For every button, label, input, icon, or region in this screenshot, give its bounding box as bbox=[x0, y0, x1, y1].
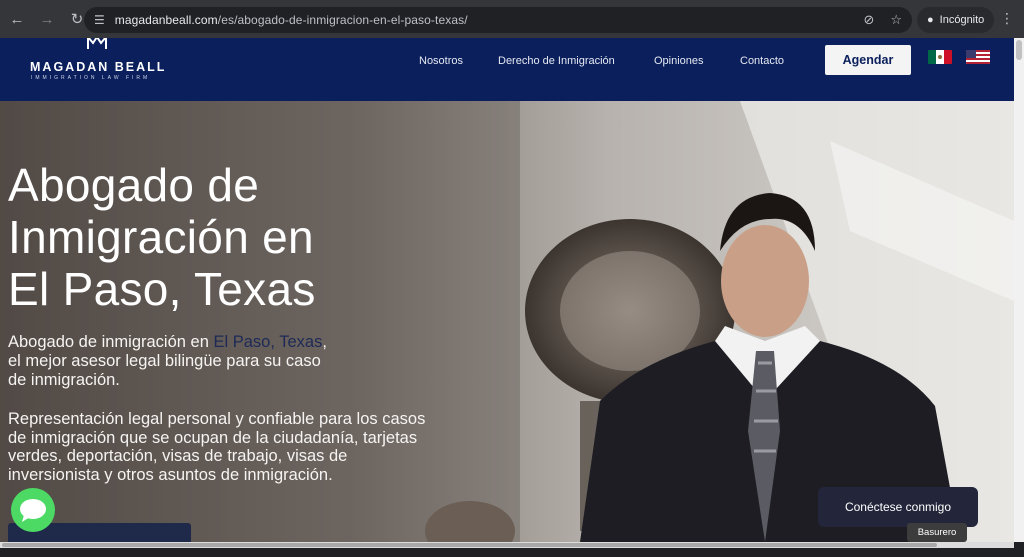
hero-section: Abogado de Inmigración en El Paso, Texas… bbox=[0, 101, 1014, 542]
us-flag[interactable] bbox=[966, 50, 990, 64]
incognito-chip[interactable]: ● Incógnito bbox=[917, 7, 995, 33]
hero-body: Representación legal personal y confiabl… bbox=[8, 410, 426, 484]
lead-suffix: , bbox=[322, 333, 327, 351]
scrollbar-thumb[interactable] bbox=[1016, 40, 1022, 60]
url-text: magadanbeall.com/es/abogado-de-inmigraci… bbox=[115, 13, 468, 27]
forward-arrow-icon[interactable]: → bbox=[34, 6, 60, 32]
kebab-menu-icon[interactable]: ⋮ bbox=[1000, 10, 1014, 27]
site-header: MAGADAN BEALL IMMIGRATION LAW FIRM Nosot… bbox=[0, 38, 1014, 101]
url-host: magadanbeall.com bbox=[114, 13, 218, 27]
window-bottom-edge bbox=[0, 548, 1024, 557]
star-icon[interactable]: ☆ bbox=[890, 12, 902, 28]
vertical-scrollbar[interactable] bbox=[1014, 38, 1024, 542]
horizontal-scrollbar-thumb[interactable] bbox=[2, 543, 937, 547]
logo-name: MAGADAN BEALL bbox=[30, 60, 167, 74]
address-bar[interactable]: ☰ magadanbeall.com/es/abogado-de-inmigra… bbox=[84, 7, 912, 33]
nav-item-nosotros[interactable]: Nosotros bbox=[419, 55, 463, 67]
agendar-button[interactable]: Agendar bbox=[825, 45, 911, 75]
hero-lead: Abogado de inmigración en El Paso, Texas… bbox=[8, 333, 428, 390]
title-line-1: Abogado de bbox=[8, 159, 260, 211]
incognito-label: Incógnito bbox=[939, 14, 985, 26]
nav-item-opiniones[interactable]: Opiniones bbox=[654, 55, 704, 67]
eye-off-icon[interactable]: ⊘ bbox=[863, 12, 874, 28]
omnibox-actions: ⊘ ☆ bbox=[863, 7, 902, 33]
site-logo[interactable]: MAGADAN BEALL IMMIGRATION LAW FIRM bbox=[30, 38, 170, 98]
lead-location-link[interactable]: El Paso, Texas bbox=[213, 333, 322, 351]
title-line-2: Inmigración en bbox=[8, 211, 314, 263]
connect-button[interactable]: Conéctese conmigo bbox=[818, 487, 978, 527]
incognito-icon: ● bbox=[927, 14, 934, 26]
speech-bubble-icon bbox=[20, 499, 46, 522]
nav-item-contacto[interactable]: Contacto bbox=[740, 55, 784, 67]
mexico-flag[interactable] bbox=[928, 50, 952, 64]
nav-item-derecho-inmigracion[interactable]: Derecho de Inmigración bbox=[498, 55, 615, 67]
site-info-icon[interactable]: ☰ bbox=[94, 13, 105, 27]
back-arrow-icon[interactable]: ← bbox=[4, 6, 30, 32]
logo-monogram-icon bbox=[87, 38, 107, 49]
tooltip: Basurero bbox=[907, 523, 967, 542]
hero-copy: Abogado de Inmigración en El Paso, Texas… bbox=[8, 159, 428, 484]
lead-line-3: de inmigración. bbox=[8, 371, 120, 389]
title-line-3: El Paso, Texas bbox=[8, 263, 316, 315]
url-path: /es/abogado-de-inmigracion-en-el-paso-te… bbox=[217, 13, 468, 27]
logo-subtitle: IMMIGRATION LAW FIRM bbox=[31, 75, 151, 81]
lead-prefix: Abogado de inmigración en bbox=[8, 333, 214, 351]
page-title: Abogado de Inmigración en El Paso, Texas bbox=[8, 159, 428, 315]
lead-line-2: el mejor asesor legal bilingüe para su c… bbox=[8, 352, 321, 370]
browser-toolbar: ← → ↻ ☰ magadanbeall.com/es/abogado-de-i… bbox=[0, 0, 1024, 38]
chat-bubble-icon[interactable] bbox=[11, 488, 55, 532]
web-page: MAGADAN BEALL IMMIGRATION LAW FIRM Nosot… bbox=[0, 38, 1014, 542]
